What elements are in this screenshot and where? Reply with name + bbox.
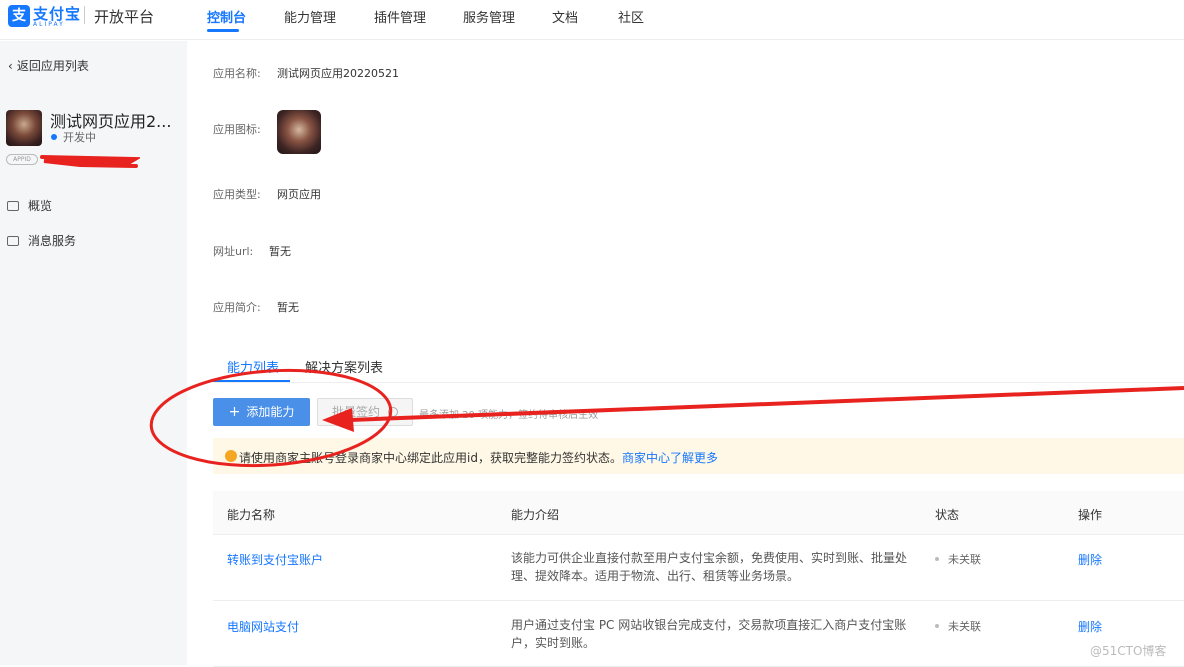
add-capability-label: 添加能力 — [246, 405, 295, 419]
merchant-center-link[interactable]: 商家中心了解更多 — [622, 451, 718, 465]
column-header-status: 状态 — [935, 508, 960, 522]
back-to-app-list-link[interactable]: ‹ 返回应用列表 — [8, 57, 89, 74]
appid-badge: APPID — [6, 154, 38, 165]
column-header-intro: 能力介绍 — [511, 508, 560, 522]
delete-button[interactable]: 删除 — [1078, 551, 1102, 568]
column-header-name: 能力名称 — [227, 508, 276, 522]
app-intro-label: 应用简介: — [213, 301, 261, 314]
url-value: 暂无 — [269, 245, 291, 258]
nav-plugin-management[interactable]: 插件管理 — [374, 7, 426, 26]
redaction-scribble — [40, 155, 140, 168]
tab-solution-list[interactable]: 解决方案列表 — [305, 357, 383, 376]
table-row: 电脑网站支付 用户通过支付宝 PC 网站收银台完成支付，交易款项直接汇入商户支付… — [213, 601, 1184, 667]
main-content: 应用名称: 测试网页应用20220521 应用图标: 应用类型: 网页应用 网址… — [187, 41, 1184, 667]
capability-name-link[interactable]: 电脑网站支付 — [227, 618, 299, 635]
watermark: @51CTO博客 — [1090, 644, 1167, 658]
plus-icon: + — [228, 404, 241, 420]
notice-text: 请使用商家主账号登录商家中心绑定此应用id，获取完整能力签约状态。商家中心了解更… — [239, 449, 718, 466]
capability-name-link[interactable]: 转账到支付宝账户 — [227, 551, 323, 568]
active-nav-indicator — [207, 29, 239, 32]
logo-divider — [84, 6, 85, 24]
capability-hint: 最多添加 20 项能力，签约待审核后生效 — [419, 410, 599, 421]
app-name-value: 测试网页应用20220521 — [277, 67, 399, 80]
help-icon — [387, 407, 398, 417]
capability-description: 用户通过支付宝 PC 网站收银台完成支付，交易款项直接汇入商户支付宝账户，实时到… — [511, 618, 907, 650]
tab-divider — [213, 382, 1184, 383]
app-intro-value: 暂无 — [277, 301, 299, 314]
back-link-label: 返回应用列表 — [16, 59, 89, 73]
capability-status: 未关联 — [935, 618, 981, 634]
app-status: 开发中 — [63, 131, 96, 144]
tab-capability-list[interactable]: 能力列表 — [227, 357, 279, 376]
chevron-left-icon: ‹ — [8, 59, 13, 73]
batch-sign-label: 批量签约 — [332, 405, 381, 419]
add-capability-button[interactable]: + 添加能力 — [213, 398, 310, 426]
sidebar-item-overview[interactable]: 概览 — [7, 197, 52, 214]
delete-button[interactable]: 删除 — [1078, 618, 1102, 635]
sidebar-item-message-service[interactable]: 消息服务 — [7, 232, 76, 249]
table-header: 能力名称 能力介绍 状态 操作 — [213, 491, 1184, 535]
logo-subtext: ALIPAY — [33, 21, 65, 28]
alipay-logo-icon[interactable]: 支 — [8, 5, 30, 27]
nav-community[interactable]: 社区 — [618, 7, 644, 26]
app-type-value: 网页应用 — [277, 188, 321, 201]
platform-title[interactable]: 开放平台 — [94, 6, 154, 27]
notice-banner: 请使用商家主账号登录商家中心绑定此应用id，获取完整能力签约状态。商家中心了解更… — [213, 438, 1184, 474]
nav-capability-management[interactable]: 能力管理 — [284, 7, 336, 26]
status-dot-icon — [935, 557, 939, 561]
table-row: 转账到支付宝账户 该能力可供企业直接付款至用户支付宝余额，免费使用、实时到账、批… — [213, 535, 1184, 601]
nav-docs[interactable]: 文档 — [552, 7, 578, 26]
notice-message: 请使用商家主账号登录商家中心绑定此应用id，获取完整能力签约状态。 — [239, 451, 622, 465]
capability-description: 该能力可供企业直接付款至用户支付宝余额，免费使用、实时到账、批量处理、提效降本。… — [511, 551, 908, 583]
monitor-icon — [7, 201, 19, 211]
batch-sign-button[interactable]: 批量签约 — [317, 398, 413, 426]
app-name-label: 应用名称: — [213, 67, 261, 80]
status-label: 未关联 — [948, 553, 981, 566]
status-label: 未关联 — [948, 620, 981, 633]
app-icon-label: 应用图标: — [213, 123, 261, 136]
sidebar-item-label: 概览 — [28, 199, 53, 213]
sidebar-item-label: 消息服务 — [28, 234, 77, 248]
app-icon-image — [277, 110, 321, 154]
column-header-action: 操作 — [1078, 508, 1103, 522]
top-navigation-bar: 支 支付宝 ALIPAY 开放平台 控制台 能力管理 插件管理 服务管理 文档 … — [0, 0, 1184, 40]
message-icon — [7, 236, 19, 246]
status-dot-icon — [935, 624, 939, 628]
app-type-label: 应用类型: — [213, 188, 261, 201]
app-avatar — [6, 110, 42, 146]
nav-console[interactable]: 控制台 — [207, 7, 246, 26]
nav-service-management[interactable]: 服务管理 — [463, 7, 515, 26]
sidebar: ‹ 返回应用列表 测试网页应用2... 开发中 APPID 概览 消息服务 — [0, 41, 187, 665]
warning-icon — [225, 450, 237, 462]
url-label: 网址url: — [213, 245, 254, 258]
status-dot-icon — [51, 134, 57, 140]
capability-status: 未关联 — [935, 551, 981, 567]
